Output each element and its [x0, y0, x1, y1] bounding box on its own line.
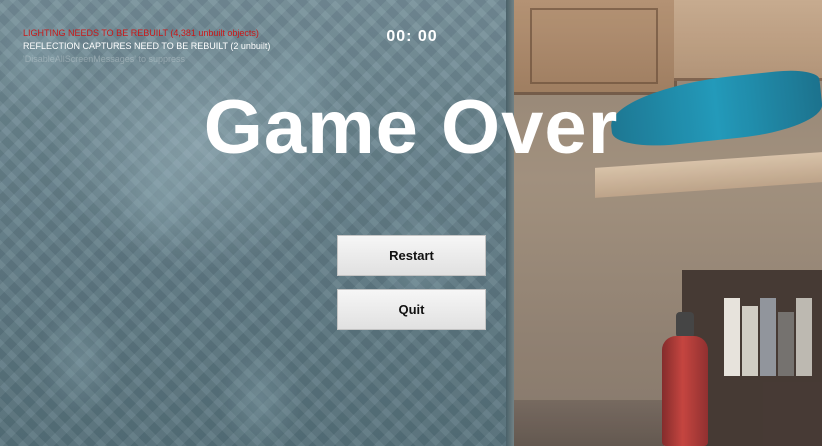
quit-button-label: Quit [398, 302, 425, 317]
scene-overlay [0, 0, 822, 446]
lighting-warning: LIGHTING NEEDS TO BE REBUILT (4,381 unbu… [23, 28, 259, 38]
quit-button[interactable]: Quit [337, 289, 486, 330]
restart-button-label: Restart [389, 248, 434, 263]
game-scene-background [0, 0, 822, 446]
game-over-title: Game Over [203, 85, 619, 170]
debug-messages: LIGHTING NEEDS TO BE REBUILT (4,381 unbu… [23, 27, 270, 66]
suppress-hint: 'DisableAllScreenMessages' to suppress [23, 54, 186, 64]
restart-button[interactable]: Restart [337, 235, 486, 276]
reflection-warning: REFLECTION CAPTURES NEED TO BE REBUILT (… [23, 41, 271, 51]
game-timer: 00: 00 [386, 28, 438, 45]
